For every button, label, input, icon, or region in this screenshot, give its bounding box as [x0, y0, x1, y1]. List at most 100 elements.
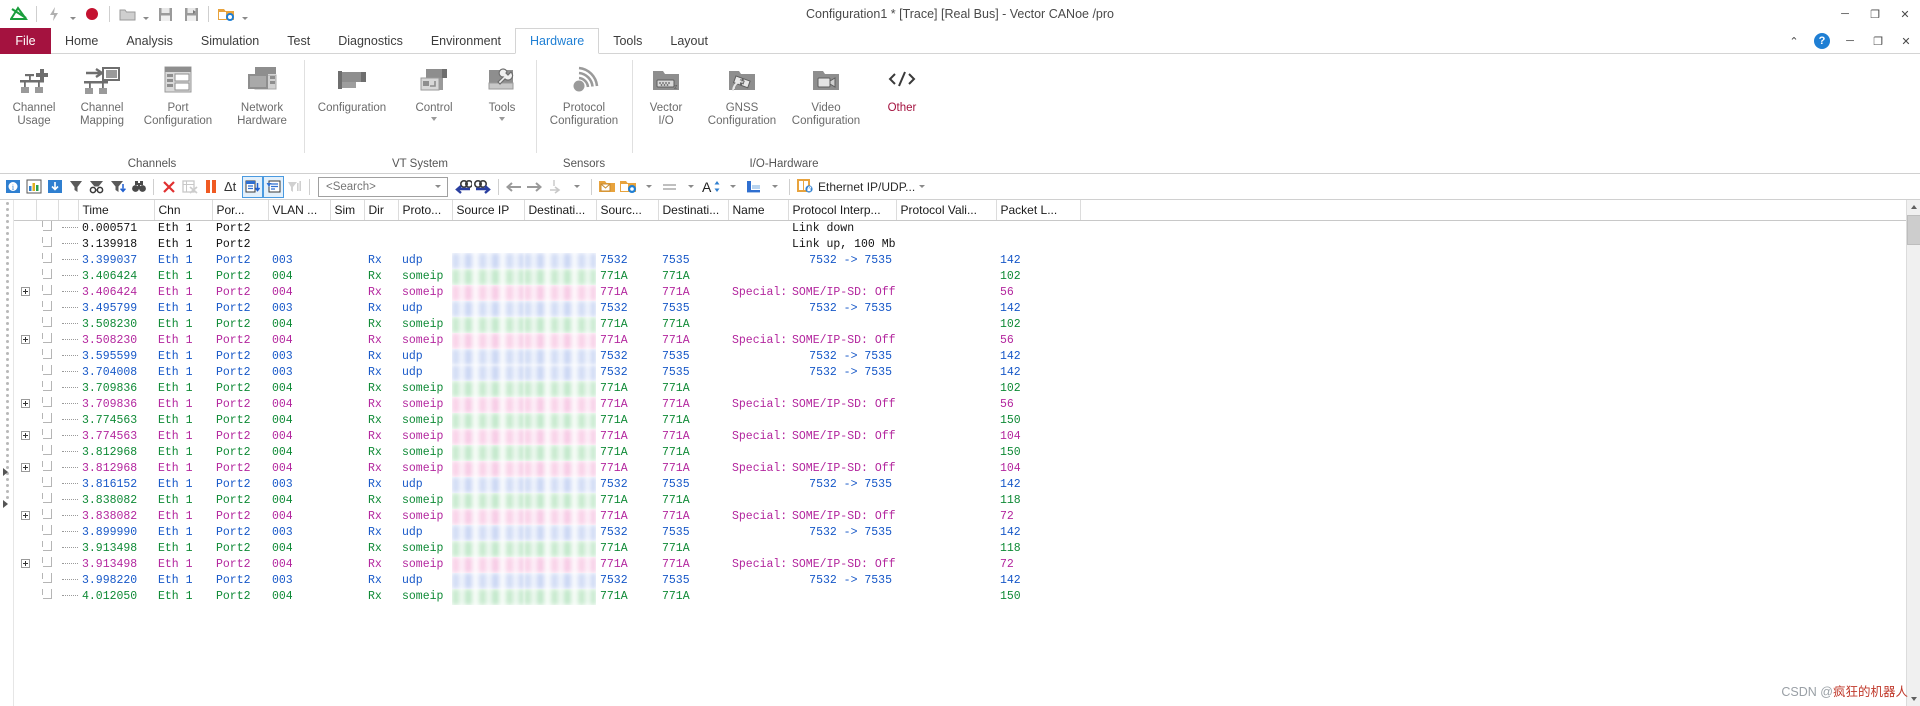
row-expand-toggle[interactable] [20, 287, 30, 297]
row-expander[interactable] [14, 589, 36, 605]
column-header-sim[interactable]: Sim [330, 200, 365, 221]
row-expander[interactable] [14, 301, 36, 317]
search-box[interactable] [318, 176, 448, 197]
trace-table-area[interactable]: Time Chn Por... VLAN ... Sim Dir Proto..… [14, 200, 1920, 706]
row-flag[interactable] [36, 461, 58, 477]
table-row[interactable]: 4.012050 Eth 1 Port2 004 Rx someip 771A 771A 150 [14, 589, 1920, 605]
table-row[interactable]: 3.913498 Eth 1 Port2 004 Rx someip 771A 771A 118 [14, 541, 1920, 557]
goto-marker-caret-icon[interactable] [566, 176, 587, 198]
row-expand-toggle[interactable] [20, 399, 30, 409]
record-icon[interactable] [79, 2, 105, 26]
ribbon-button-gnss-configuration[interactable]: GNSS Configuration [700, 58, 784, 128]
table-row[interactable]: 3.899990 Eth 1 Port2 003 Rx udp 7532 7535 7532 -… [14, 525, 1920, 541]
customize-qat-icon[interactable] [239, 2, 251, 26]
tab-diagnostics[interactable]: Diagnostics [324, 28, 417, 54]
table-row[interactable]: 3.406424 Eth 1 Port2 004 Rx someip 771A 771A 102 [14, 269, 1920, 285]
row-flag[interactable] [36, 397, 58, 413]
find-next-icon[interactable] [473, 176, 494, 198]
row-flag[interactable] [36, 349, 58, 365]
goto-marker-icon[interactable] [545, 176, 566, 198]
row-height-caret-icon[interactable] [680, 176, 701, 198]
vector-logo-icon[interactable] [6, 2, 32, 26]
filter-funnel-icon[interactable] [65, 176, 86, 198]
row-expand-toggle[interactable] [20, 335, 30, 345]
row-expander[interactable] [14, 349, 36, 365]
open-folder-icon[interactable] [114, 2, 140, 26]
row-flag[interactable] [36, 285, 58, 301]
table-row[interactable]: 3.812968 Eth 1 Port2 004 Rx someip 771A 771A Spe… [14, 461, 1920, 477]
table-row[interactable]: 3.812968 Eth 1 Port2 004 Rx someip 771A 771A 150 [14, 445, 1920, 461]
row-expander[interactable] [14, 317, 36, 333]
ribbon-button-port-configuration[interactable]: Port Configuration [136, 58, 220, 128]
column-header-time[interactable]: Time [78, 200, 155, 221]
ribbon-button-other[interactable]: Other [868, 58, 936, 115]
show-details-icon[interactable]: i [2, 176, 23, 198]
table-row[interactable]: 3.998220 Eth 1 Port2 003 Rx udp 7532 7535 7532 -… [14, 573, 1920, 589]
row-flag[interactable] [36, 365, 58, 381]
tab-simulation[interactable]: Simulation [187, 28, 273, 54]
row-expander[interactable] [14, 333, 36, 349]
pause-icon[interactable] [200, 176, 221, 198]
logging-caret-icon[interactable] [638, 176, 659, 198]
help-button[interactable]: ? [1808, 28, 1836, 54]
vertical-scrollbar[interactable] [1906, 200, 1920, 706]
table-row[interactable]: 3.406424 Eth 1 Port2 004 Rx someip 771A 771A Spe… [14, 285, 1920, 301]
row-flag[interactable] [36, 381, 58, 397]
column-config-icon[interactable] [263, 175, 284, 198]
row-flag[interactable] [36, 557, 58, 573]
row-expander[interactable] [14, 525, 36, 541]
chevron-down-icon[interactable] [431, 117, 437, 121]
flash-icon[interactable] [41, 2, 67, 26]
row-expander[interactable] [14, 541, 36, 557]
table-row[interactable]: 3.495799 Eth 1 Port2 003 Rx udp 7532 7535 7532 -… [14, 301, 1920, 317]
save-icon[interactable] [152, 2, 178, 26]
search-input[interactable] [324, 179, 428, 194]
ribbon-button-vector-io[interactable]: z Vector I/O [632, 58, 700, 128]
window-maximize-button[interactable]: ❐ [1860, 0, 1890, 28]
row-flag[interactable] [36, 509, 58, 525]
column-header-dir[interactable]: Dir [364, 200, 399, 221]
column-header-vlan[interactable]: VLAN ... [268, 200, 331, 221]
column-header-expander[interactable] [14, 200, 37, 221]
source-selector-caret-icon[interactable] [919, 185, 926, 188]
colors-caret-icon[interactable] [764, 176, 785, 198]
row-flag[interactable] [36, 237, 58, 253]
tab-analysis[interactable]: Analysis [112, 28, 187, 54]
row-expand-toggle[interactable] [20, 431, 30, 441]
row-expander[interactable] [14, 253, 36, 269]
sort-filter-icon[interactable] [107, 176, 128, 198]
forward-arrow-icon[interactable] [524, 176, 545, 198]
back-arrow-icon[interactable] [503, 176, 524, 198]
filter-glasses-icon[interactable] [86, 176, 107, 198]
config-folder-icon[interactable] [213, 2, 239, 26]
gutter-expand-arrow-2[interactable] [0, 500, 10, 508]
tab-hardware[interactable]: Hardware [515, 28, 600, 54]
column-header-source-ip[interactable]: Source IP [452, 200, 525, 221]
tab-environment[interactable]: Environment [417, 28, 515, 54]
row-expand-toggle[interactable] [20, 511, 30, 521]
column-header-destination-ip[interactable]: Destinati... [524, 200, 597, 221]
column-header-flag[interactable] [36, 200, 59, 221]
ribbon-button-channel-usage[interactable]: Channel Usage [0, 58, 68, 128]
row-flag[interactable] [36, 445, 58, 461]
row-expander[interactable] [14, 221, 36, 238]
scroll-lock-icon[interactable] [242, 175, 263, 198]
row-flag[interactable] [36, 413, 58, 429]
ribbon-button-protocol-configuration[interactable]: Protocol Configuration [536, 58, 632, 128]
table-row[interactable]: i 3.139918 Eth 1 Port2 Link up, 100 Mbit/s [14, 237, 1920, 253]
font-size-icon[interactable]: A [701, 176, 722, 198]
source-selector[interactable]: Ethernet IP/UDP... [794, 178, 926, 196]
row-flag[interactable] [36, 333, 58, 349]
row-expander[interactable] [14, 445, 36, 461]
flash-dropdown-caret-icon[interactable] [67, 2, 79, 26]
column-header-packet-length[interactable]: Packet L... [996, 200, 1081, 221]
chevron-down-icon[interactable] [499, 117, 505, 121]
ribbon-button-vt-control[interactable]: Control [400, 58, 468, 121]
column-header-protocol-interpretation[interactable]: Protocol Interp... [788, 200, 897, 221]
table-row[interactable]: 3.399037 Eth 1 Port2 003 Rx udp 7532 7535 7532 -… [14, 253, 1920, 269]
clear-icon[interactable] [158, 176, 179, 198]
row-expander[interactable] [14, 429, 36, 445]
colors-icon[interactable] [743, 176, 764, 198]
row-expander[interactable] [14, 557, 36, 573]
scrollbar-thumb[interactable] [1907, 215, 1920, 245]
